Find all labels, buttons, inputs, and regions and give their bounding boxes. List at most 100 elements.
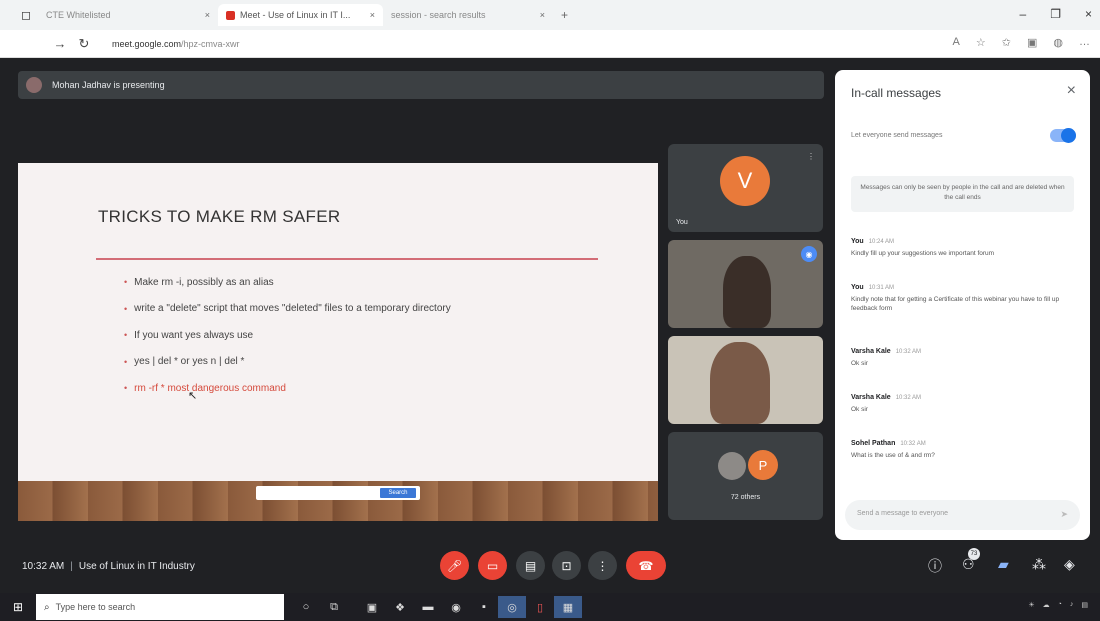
profile-icon[interactable]: ◍ bbox=[1053, 36, 1063, 49]
host-controls-icon[interactable]: ◈ bbox=[1064, 556, 1075, 573]
message-sender: Varsha Kale bbox=[851, 348, 891, 355]
cursor-icon: ↖ bbox=[188, 390, 198, 402]
notification-icon[interactable]: ▤ bbox=[1081, 601, 1088, 609]
close-icon[interactable]: × bbox=[540, 10, 545, 20]
message-time: 10:32 AM bbox=[895, 349, 922, 355]
chat-message: Varsha Kale 10:32 AM Ok sir bbox=[851, 394, 1076, 414]
send-icon[interactable]: ➤ bbox=[1060, 509, 1068, 520]
chat-panel: In-call messages × Let everyone send mes… bbox=[835, 70, 1090, 540]
tab-label: session - search results bbox=[391, 10, 486, 20]
more-options-button[interactable]: ⋮ bbox=[588, 551, 617, 580]
self-tile[interactable]: V ⋮ You bbox=[668, 144, 823, 232]
message-time: 10:31 AM bbox=[868, 285, 895, 291]
network-icon[interactable]: ◔ bbox=[1058, 601, 1062, 609]
chat-message: Varsha Kale 10:32 AM Ok sir bbox=[851, 348, 1076, 368]
message-text: Ok sir bbox=[851, 406, 868, 413]
captions-button[interactable]: ▤ bbox=[516, 551, 545, 580]
minimize-icon[interactable]: – bbox=[1020, 7, 1027, 21]
close-icon[interactable]: × bbox=[370, 10, 375, 20]
activities-icon[interactable]: ⁂ bbox=[1032, 556, 1046, 573]
others-count: 72 others bbox=[730, 494, 761, 501]
screen: ◻ CTE Whitelisted × Meet - Use of Linux … bbox=[0, 0, 1100, 621]
message-time: 10:24 AM bbox=[868, 239, 895, 245]
chat-title: In-call messages bbox=[851, 86, 942, 100]
slide-search-button: Search bbox=[380, 488, 416, 498]
tab-search[interactable]: session - search results × bbox=[383, 4, 553, 26]
task-view-icon[interactable]: ⧉ bbox=[320, 596, 348, 618]
chat-input-placeholder: Send a message to everyone bbox=[857, 510, 949, 517]
meet-favicon-icon bbox=[226, 10, 235, 20]
meeting-details-icon[interactable]: ⓘ bbox=[928, 556, 942, 576]
taskbar-search[interactable]: ⌕ Type here to search bbox=[36, 594, 284, 620]
chat-message: You 10:31 AM Kindly note that for getting… bbox=[851, 284, 1076, 313]
weather-icon[interactable]: ☀ bbox=[1028, 601, 1034, 609]
message-time: 10:32 AM bbox=[895, 395, 922, 401]
others-tile[interactable]: P 72 others bbox=[668, 432, 823, 520]
chat-message-input[interactable]: Send a message to everyone ➤ bbox=[845, 500, 1080, 530]
tab-meet[interactable]: Meet - Use of Linux in IT I... × bbox=[218, 4, 383, 26]
self-avatar: V bbox=[720, 156, 770, 206]
participant-avatar bbox=[718, 452, 746, 480]
more-icon[interactable]: … bbox=[1079, 36, 1090, 49]
store-icon[interactable]: ▪ bbox=[470, 596, 498, 618]
meeting-title: Use of Linux in IT Industry bbox=[78, 561, 195, 572]
message-sender: You bbox=[851, 284, 864, 291]
participant-tile-camera[interactable] bbox=[668, 336, 823, 424]
favorites-icon[interactable]: ✩ bbox=[1002, 36, 1011, 49]
close-icon[interactable]: × bbox=[1067, 82, 1076, 100]
message-text: Kindly fill up your suggestions we impor… bbox=[851, 250, 995, 257]
present-button[interactable]: ⊡ bbox=[552, 551, 581, 580]
address-bar: → ↻ meet.google.com/hpz-cmva-xwr A ☆ ✩ ▣… bbox=[0, 30, 1100, 58]
chrome-icon[interactable]: ◉ bbox=[442, 596, 470, 618]
speaking-indicator-icon: ◉ bbox=[801, 246, 817, 262]
windows-start-icon[interactable]: ⊞ bbox=[0, 600, 36, 614]
window-close-icon[interactable]: × bbox=[1085, 7, 1092, 21]
participant-tile-camera[interactable]: ◉ bbox=[668, 240, 823, 328]
slide-bullet: write a "delete" script that moves "dele… bbox=[124, 296, 451, 323]
search-icon: ⌕ bbox=[44, 601, 50, 613]
office-icon[interactable]: ▯ bbox=[526, 596, 554, 618]
message-text: Ok sir bbox=[851, 360, 868, 367]
volume-icon[interactable]: ♪ bbox=[1070, 601, 1074, 609]
dropbox-icon[interactable]: ❖ bbox=[386, 596, 414, 618]
close-icon[interactable]: × bbox=[205, 10, 210, 20]
chat-permission-label: Let everyone send messages bbox=[851, 132, 943, 139]
slide-title: TRICKS TO MAKE RM SAFER bbox=[98, 207, 341, 226]
refresh-icon[interactable]: ↻ bbox=[72, 36, 96, 52]
edge-icon[interactable]: ◎ bbox=[498, 596, 526, 618]
photos-icon[interactable]: ▦ bbox=[554, 596, 582, 618]
cortana-icon[interactable]: ○ bbox=[292, 596, 320, 618]
more-options-icon[interactable]: ⋮ bbox=[807, 152, 815, 161]
browser-menu-icon[interactable]: ◻ bbox=[14, 8, 38, 22]
chat-message: Sohel Pathan 10:32 AM What is the use of … bbox=[851, 440, 1076, 460]
message-text: What is the use of & and rm? bbox=[851, 452, 935, 459]
browser-toolbar: A ☆ ✩ ▣ ◍ … bbox=[953, 36, 1090, 49]
chat-icon[interactable]: ▰ bbox=[998, 556, 1009, 573]
chat-permission-toggle[interactable] bbox=[1050, 128, 1076, 143]
message-text: Kindly note that for getting a Certifica… bbox=[851, 296, 1060, 312]
favorite-icon[interactable]: ☆ bbox=[976, 36, 986, 49]
folder-icon[interactable]: ▬ bbox=[414, 596, 442, 618]
collections-icon[interactable]: ▣ bbox=[1027, 36, 1037, 49]
url-field[interactable]: meet.google.com/hpz-cmva-xwr bbox=[112, 39, 240, 49]
maximize-icon[interactable]: ❐ bbox=[1050, 7, 1061, 21]
browser-tab-bar: ◻ CTE Whitelisted × Meet - Use of Linux … bbox=[0, 0, 1100, 30]
message-sender: You bbox=[851, 238, 864, 245]
tab-label: Meet - Use of Linux in IT I... bbox=[240, 10, 351, 20]
participants-icon[interactable]: ⚇ 73 bbox=[962, 548, 980, 573]
new-tab-icon[interactable]: + bbox=[561, 8, 568, 22]
mic-off-button[interactable]: 🎤︎ bbox=[440, 551, 469, 580]
tab-cte[interactable]: CTE Whitelisted × bbox=[38, 4, 218, 26]
slide-bullet: Make rm -i, possibly as an alias bbox=[124, 269, 451, 296]
self-name: You bbox=[676, 219, 688, 226]
app-icon[interactable]: ▣ bbox=[358, 596, 386, 618]
camera-off-button[interactable]: ▭ bbox=[478, 551, 507, 580]
chat-message: You 10:24 AM Kindly fill up your suggesti… bbox=[851, 238, 1076, 258]
leave-call-button[interactable]: ☎ bbox=[626, 551, 666, 580]
slide-bullet: yes | del * or yes n | del * bbox=[124, 349, 451, 376]
meeting-info: 10:32 AM | Use of Linux in IT Industry bbox=[22, 561, 195, 572]
read-aloud-icon[interactable]: A bbox=[953, 36, 960, 49]
forward-icon[interactable]: → bbox=[48, 36, 72, 51]
cloud-icon[interactable]: ☁ bbox=[1043, 601, 1050, 609]
separator: | bbox=[70, 561, 73, 572]
